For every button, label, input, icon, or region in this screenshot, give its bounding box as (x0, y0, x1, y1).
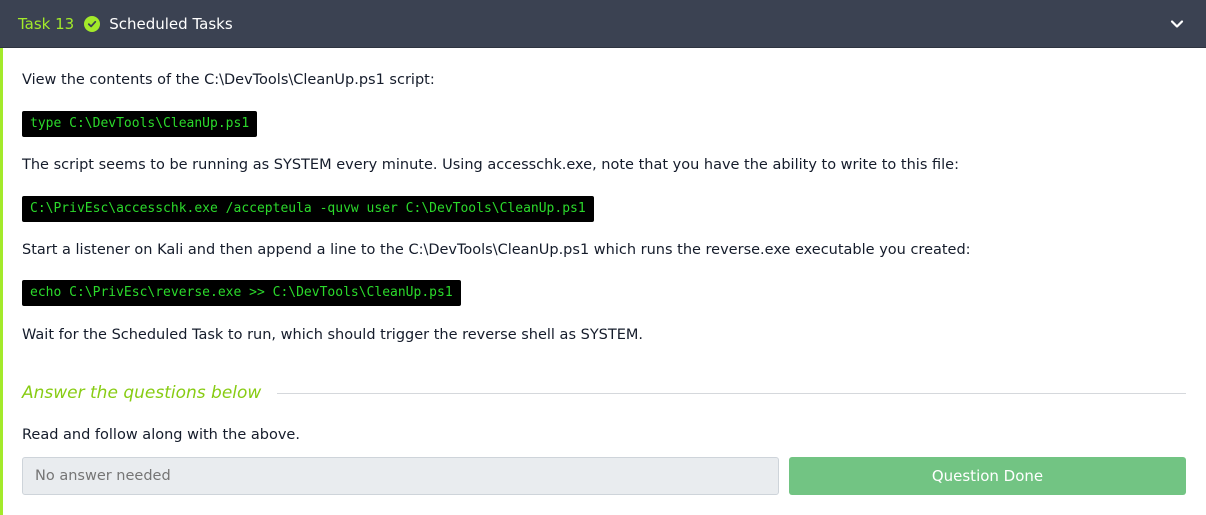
chevron-down-icon[interactable] (1168, 15, 1186, 33)
answer-input[interactable] (22, 457, 779, 495)
question-done-button[interactable]: Question Done (789, 457, 1186, 495)
instruction-text: View the contents of the C:\DevTools\Cle… (22, 72, 435, 88)
instruction-text: Wait for the Scheduled Task to run, whic… (22, 327, 644, 343)
code-snippet: echo C:\PrivEsc\reverse.exe >> C:\DevToo… (22, 280, 461, 306)
code-snippet: type C:\DevTools\CleanUp.ps1 (22, 111, 258, 137)
task-title: Scheduled Tasks (109, 14, 233, 33)
task-number: Task 13 (18, 14, 75, 33)
check-circle-icon (84, 15, 101, 32)
task-header[interactable]: Task 13 Scheduled Tasks (0, 0, 1206, 48)
instruction-text: Start a listener on Kali and then append… (22, 242, 971, 258)
answer-heading: Answer the questions below (22, 383, 262, 403)
task-body: View the contents of the C:\DevTools\Cle… (0, 48, 1206, 515)
answer-section-heading: Answer the questions below (22, 382, 1186, 404)
divider (277, 392, 1186, 394)
code-snippet: C:\PrivEsc\accesschk.exe /accepteula -qu… (22, 196, 594, 222)
question-text: Read and follow along with the above. (22, 427, 300, 443)
task-card: Task 13 Scheduled Tasks View the content… (0, 0, 1206, 515)
instruction-text: The script seems to be running as SYSTEM… (22, 157, 959, 173)
